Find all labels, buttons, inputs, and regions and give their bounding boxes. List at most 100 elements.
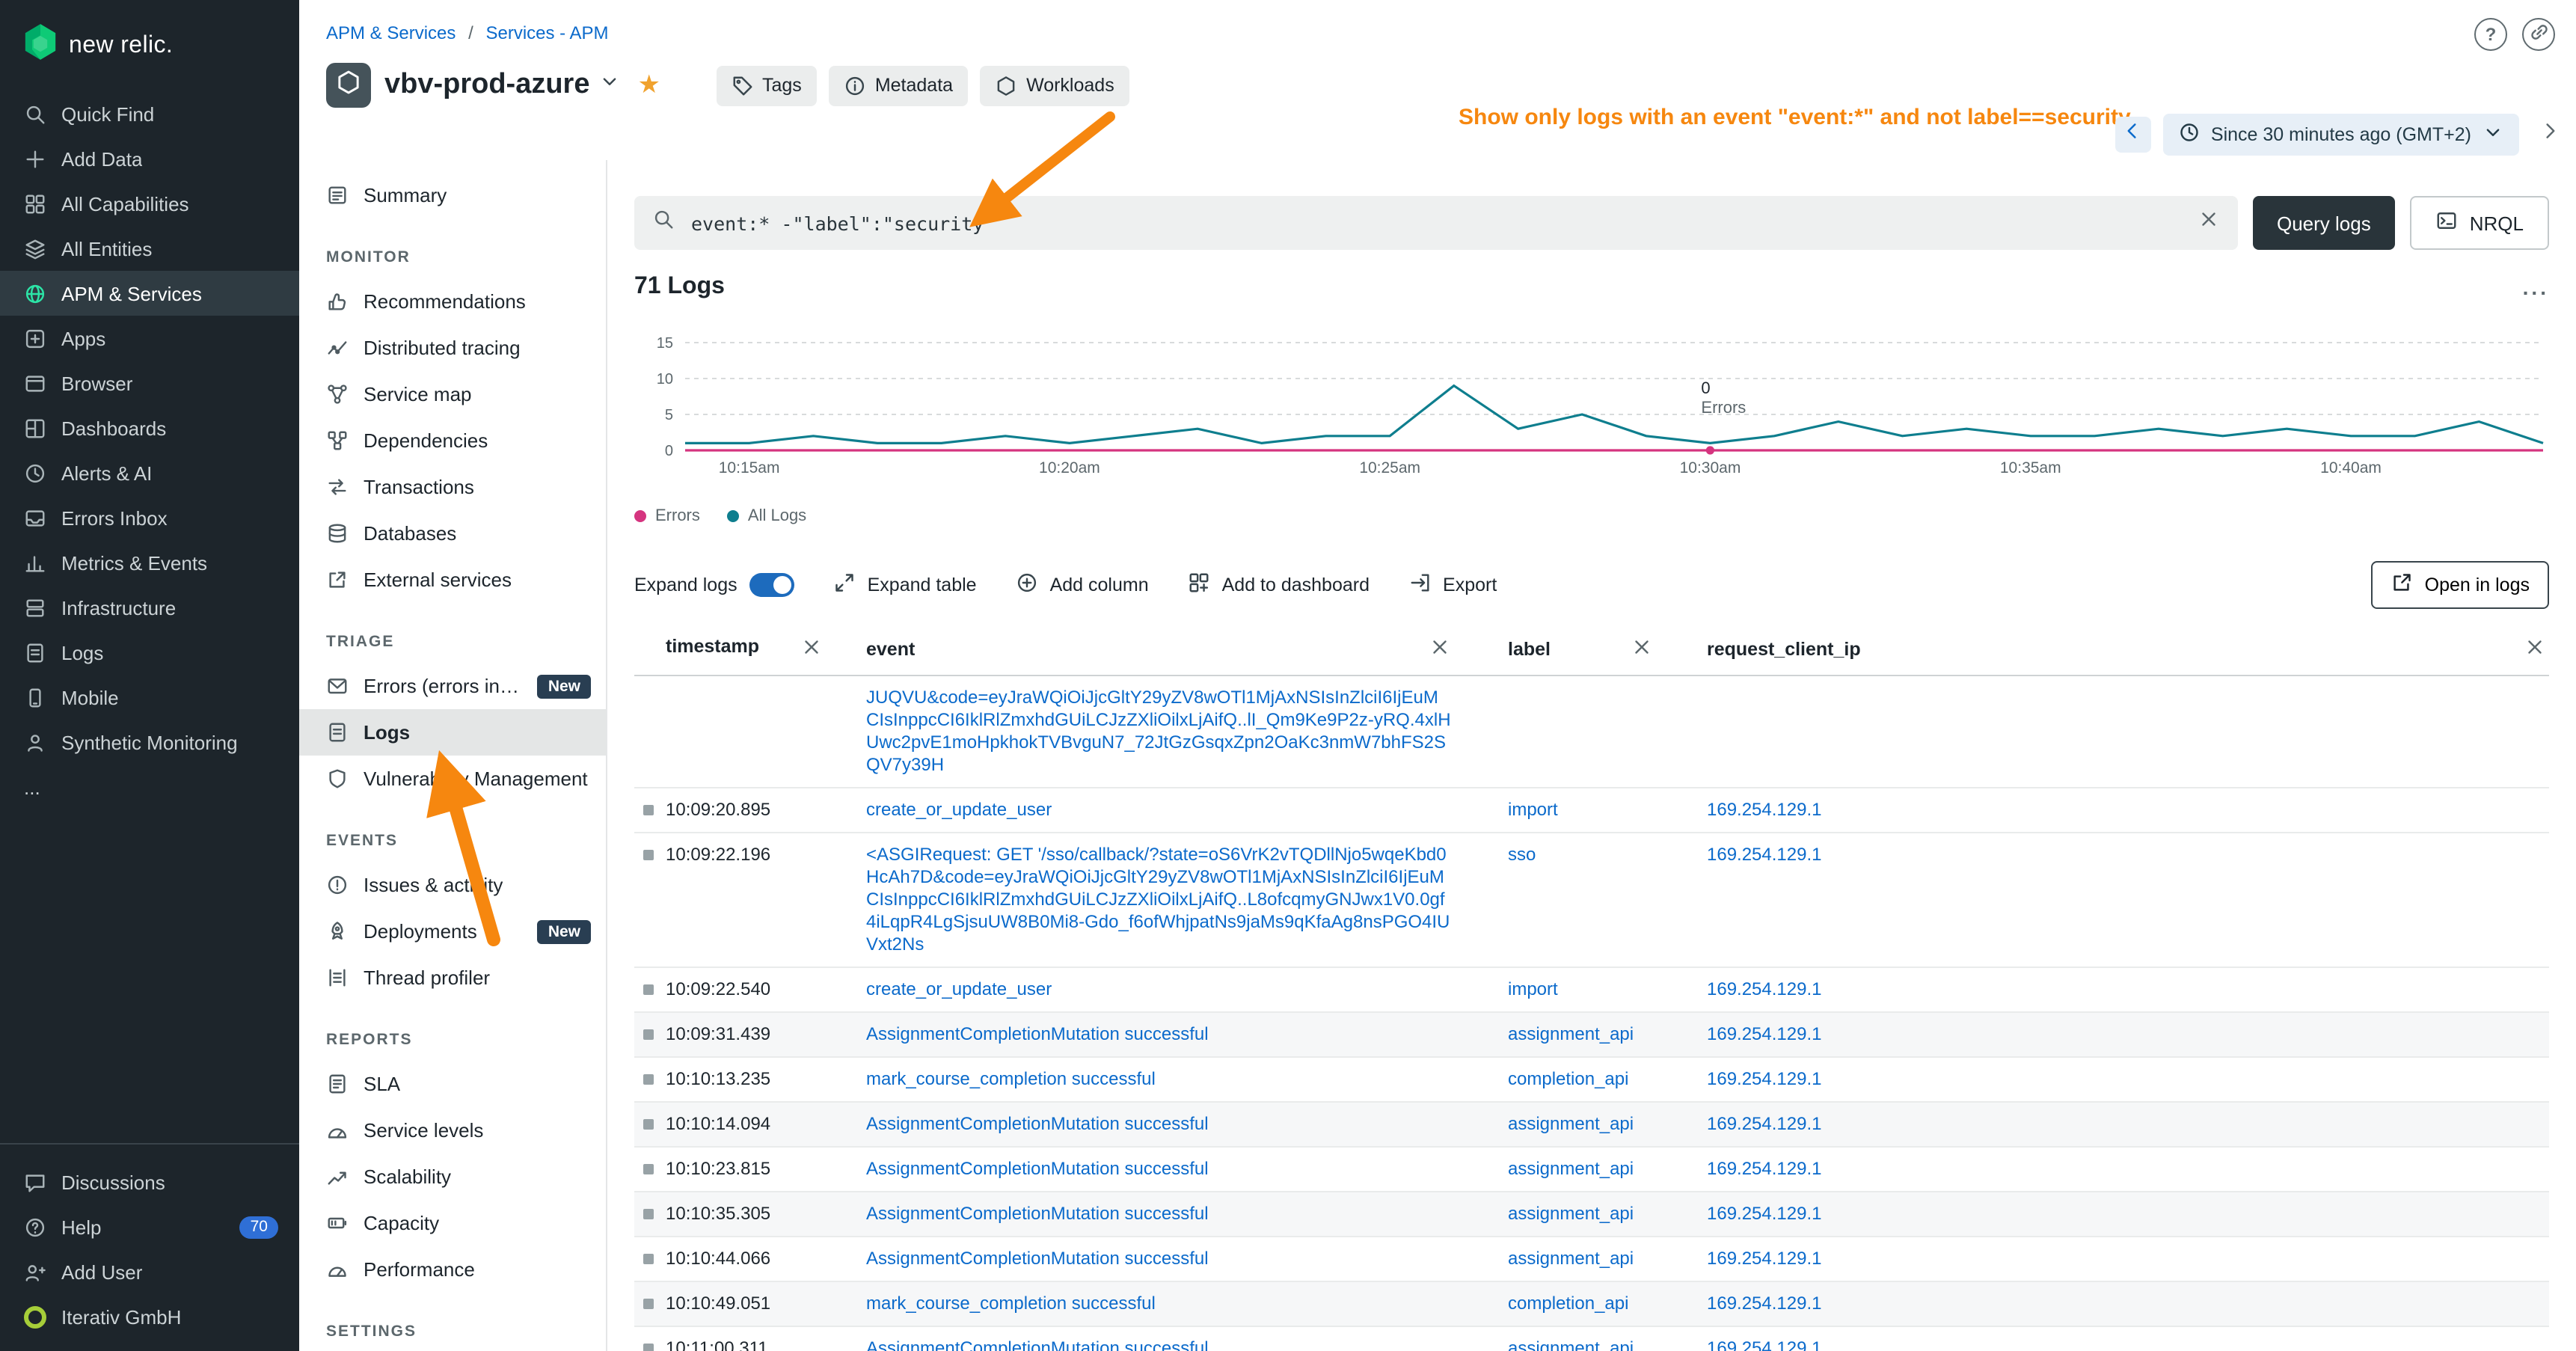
log-label-link[interactable]: assignment_api	[1508, 1248, 1634, 1269]
log-event-link[interactable]: create_or_update_user	[866, 978, 1451, 1001]
pill-workloads[interactable]: Workloads	[980, 65, 1129, 105]
subnav-item-vulnerability-management[interactable]: Vulnerability Management	[299, 756, 606, 802]
log-row[interactable]: 10:10:44.066AssignmentCompletionMutation…	[634, 1237, 2549, 1282]
log-event-link[interactable]: AssignmentCompletionMutation successful	[866, 1113, 1451, 1136]
query-logs-button[interactable]: Query logs	[2253, 196, 2395, 250]
column-header-label[interactable]: label	[1508, 639, 1551, 660]
log-ip-link[interactable]: 169.254.129.1	[1707, 1113, 1822, 1134]
sidebar-item-all-entities[interactable]: All Entities	[0, 226, 299, 271]
subnav-item-summary[interactable]: Summary	[299, 172, 606, 218]
legend-item-all-logs[interactable]: All Logs	[727, 507, 806, 525]
help-icon[interactable]: ?	[2474, 18, 2507, 51]
breadcrumb-apm-services[interactable]: APM & Services	[326, 22, 456, 43]
subnav-item-performance[interactable]: Performance	[299, 1246, 606, 1293]
subnav-item-transactions[interactable]: Transactions	[299, 464, 606, 510]
pill-metadata[interactable]: Metadata	[829, 65, 968, 105]
subnav-item-scalability[interactable]: Scalability	[299, 1154, 606, 1200]
sidebar-item-dashboards[interactable]: Dashboards	[0, 405, 299, 450]
column-header-event[interactable]: event	[866, 639, 915, 660]
sidebar-item-quick-find[interactable]: Quick Find	[0, 91, 299, 136]
breadcrumb-services-apm[interactable]: Services - APM	[485, 22, 608, 43]
log-label-link[interactable]: import	[1508, 978, 1558, 999]
log-ip-link[interactable]: 169.254.129.1	[1707, 978, 1822, 999]
subnav-item-external-services[interactable]: External services	[299, 557, 606, 603]
add-to-dashboard-button[interactable]: Add to dashboard	[1188, 572, 1370, 598]
log-label-link[interactable]: assignment_api	[1508, 1158, 1634, 1179]
remove-column-request-client-ip-icon[interactable]	[2524, 636, 2546, 663]
log-label-link[interactable]: assignment_api	[1508, 1203, 1634, 1224]
subnav-item-sla[interactable]: SLA	[299, 1061, 606, 1107]
logs-query-input[interactable]	[688, 210, 2184, 236]
subnav-item-deployments[interactable]: DeploymentsNew	[299, 908, 606, 955]
sidebar-item-mobile[interactable]: Mobile	[0, 675, 299, 720]
log-event-link[interactable]: <ASGIRequest: GET '/sso/callback/?state=…	[866, 844, 1451, 956]
log-event-link[interactable]: mark_course_completion successful	[866, 1068, 1451, 1091]
log-ip-link[interactable]: 169.254.129.1	[1707, 844, 1822, 865]
open-in-logs-button[interactable]: Open in logs	[2371, 561, 2549, 609]
log-label-link[interactable]: assignment_api	[1508, 1023, 1634, 1044]
sidebar-item-synthetic-monitoring[interactable]: Synthetic Monitoring	[0, 720, 299, 765]
nrql-button[interactable]: NRQL	[2410, 196, 2549, 250]
subnav-item-thread-profiler[interactable]: Thread profiler	[299, 955, 606, 1001]
remove-column-timestamp-icon[interactable]	[800, 636, 823, 663]
new-relic-logo[interactable]: new relic.	[0, 15, 299, 91]
sidebar-item-help[interactable]: Help70	[0, 1204, 299, 1249]
sidebar-item-more[interactable]: ...	[0, 765, 299, 809]
sidebar-item-errors-inbox[interactable]: Errors Inbox	[0, 495, 299, 540]
entity-chevron-down-icon[interactable]	[599, 70, 622, 100]
log-row[interactable]: 10:10:35.305AssignmentCompletionMutation…	[634, 1192, 2549, 1237]
log-label-link[interactable]: sso	[1508, 844, 1536, 865]
log-ip-link[interactable]: 169.254.129.1	[1707, 1068, 1822, 1089]
log-event-link[interactable]: AssignmentCompletionMutation successful	[866, 1248, 1451, 1270]
legend-item-errors[interactable]: Errors	[634, 507, 700, 525]
sidebar-item-infrastructure[interactable]: Infrastructure	[0, 585, 299, 630]
export-button[interactable]: Export	[1408, 572, 1497, 598]
sidebar-item-logs[interactable]: Logs	[0, 630, 299, 675]
clear-query-icon[interactable]	[2198, 208, 2220, 238]
sidebar-item-add-data[interactable]: Add Data	[0, 136, 299, 181]
sidebar-item-browser[interactable]: Browser	[0, 361, 299, 405]
log-ip-link[interactable]: 169.254.129.1	[1707, 799, 1822, 820]
time-forward-button[interactable]	[2531, 117, 2567, 153]
subnav-item-dependencies[interactable]: Dependencies	[299, 417, 606, 464]
subnav-item-service-levels[interactable]: Service levels	[299, 1107, 606, 1154]
log-event-link[interactable]: AssignmentCompletionMutation successful	[866, 1203, 1451, 1225]
subnav-item-recommendations[interactable]: Recommendations	[299, 278, 606, 325]
logs-query-bar[interactable]	[634, 196, 2238, 250]
log-event-link[interactable]: mark_course_completion successful	[866, 1293, 1451, 1315]
subnav-item-service-map[interactable]: Service map	[299, 371, 606, 417]
add-column-button[interactable]: Add column	[1016, 572, 1149, 598]
log-row[interactable]: 10:10:14.094AssignmentCompletionMutation…	[634, 1103, 2549, 1148]
pill-tags[interactable]: Tags	[716, 65, 817, 105]
subnav-item-logs[interactable]: Logs	[299, 709, 606, 756]
expand-table-button[interactable]: Expand table	[833, 572, 977, 598]
log-ip-link[interactable]: 169.254.129.1	[1707, 1158, 1822, 1179]
log-label-link[interactable]: import	[1508, 799, 1558, 820]
favorite-star-icon[interactable]: ★	[638, 70, 661, 100]
log-row[interactable]: 10:09:22.196<ASGIRequest: GET '/sso/call…	[634, 833, 2549, 968]
subnav-item-databases[interactable]: Databases	[299, 510, 606, 557]
log-ip-link[interactable]: 169.254.129.1	[1707, 1338, 1822, 1351]
log-ip-link[interactable]: 169.254.129.1	[1707, 1293, 1822, 1314]
log-event-link[interactable]: AssignmentCompletionMutation successful	[866, 1158, 1451, 1180]
expand-logs-toggle[interactable]: Expand logs	[634, 573, 794, 597]
column-header-request-client-ip[interactable]: request_client_ip	[1707, 639, 1861, 660]
time-picker[interactable]: Since 30 minutes ago (GMT+2)	[2163, 114, 2519, 156]
log-ip-link[interactable]: 169.254.129.1	[1707, 1248, 1822, 1269]
log-row[interactable]: 10:11:00.311AssignmentCompletionMutation…	[634, 1327, 2549, 1351]
sidebar-item-metrics-events[interactable]: Metrics & Events	[0, 540, 299, 585]
log-ip-link[interactable]: 169.254.129.1	[1707, 1023, 1822, 1044]
subnav-item-issues-activity[interactable]: Issues & activity	[299, 862, 606, 908]
remove-column-label-icon[interactable]	[1631, 636, 1653, 663]
sidebar-item-alerts-ai[interactable]: Alerts & AI	[0, 450, 299, 495]
log-row[interactable]: 10:09:31.439AssignmentCompletionMutation…	[634, 1013, 2549, 1058]
subnav-item-capacity[interactable]: Capacity	[299, 1200, 606, 1246]
sidebar-item-discussions[interactable]: Discussions	[0, 1159, 299, 1204]
toggle-on-icon[interactable]	[749, 573, 794, 597]
log-label-link[interactable]: assignment_api	[1508, 1113, 1634, 1134]
log-label-link[interactable]: completion_api	[1508, 1068, 1628, 1089]
sidebar-item-apps[interactable]: Apps	[0, 316, 299, 361]
log-row[interactable]: 10:10:49.051mark_course_completion succe…	[634, 1282, 2549, 1327]
log-row[interactable]: JUQVU&code=eyJraWQiOiJjcGltY29yZV8wOTl1M…	[634, 676, 2549, 788]
permalink-icon[interactable]	[2522, 18, 2555, 51]
